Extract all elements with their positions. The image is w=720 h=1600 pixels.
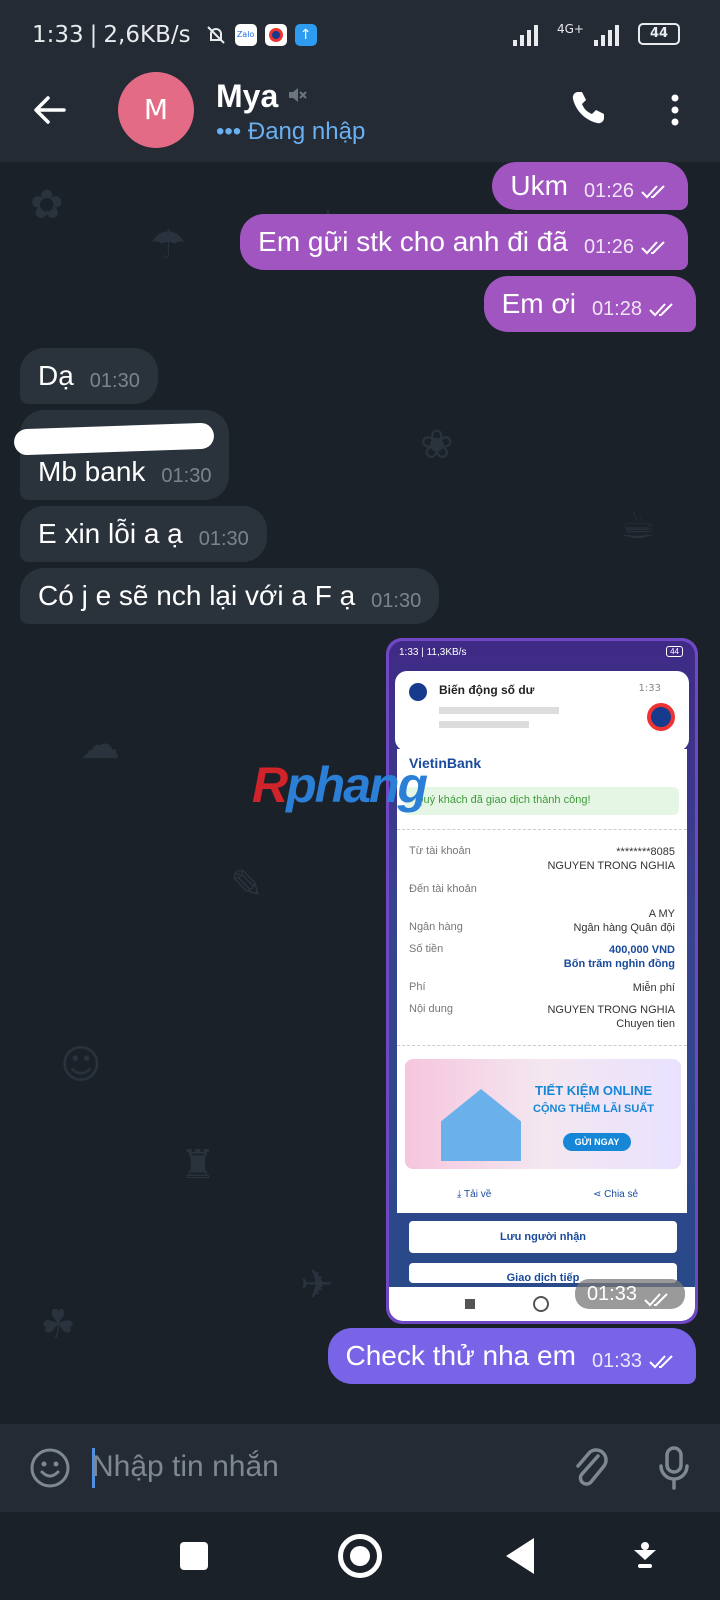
message-time: 01:26 bbox=[583, 235, 634, 258]
redaction-scribble bbox=[13, 422, 215, 456]
promo-banner: TIẾT KIỆM ONLINE CỘNG THÊM LÃI SUẤT GỬI … bbox=[405, 1059, 681, 1169]
screenshot-battery: 44 bbox=[666, 646, 683, 657]
doodle-icon: ☂ bbox=[150, 222, 186, 268]
message-text: Em ơi bbox=[501, 288, 576, 319]
read-ticks-icon bbox=[649, 1355, 673, 1369]
receipt-row: Nội dung NGUYEN TRONG NGHIA Chuyen tien bbox=[409, 1003, 675, 1030]
message-incoming[interactable]: E xin lỗi a ạ 01:30 bbox=[20, 506, 267, 562]
receipt-row: Ngân hàng Ngân hàng Quân đội bbox=[409, 921, 675, 934]
message-time: 01:30 bbox=[161, 465, 212, 487]
phone-call-icon[interactable] bbox=[568, 88, 608, 128]
read-ticks-icon bbox=[649, 303, 673, 317]
doodle-icon: ✿ bbox=[30, 182, 64, 228]
receipt-actions: ⤓ Tải về ⋖ Chia sẻ bbox=[397, 1177, 687, 1213]
network-type: 4G+ bbox=[557, 22, 584, 36]
attachment-icon[interactable] bbox=[568, 1444, 612, 1492]
doodle-icon: ♜ bbox=[180, 1142, 216, 1188]
message-input[interactable]: Nhập tin nhắn bbox=[92, 1450, 279, 1484]
savings-house-icon bbox=[441, 1089, 521, 1161]
battery-icon: 44 bbox=[638, 23, 680, 45]
read-ticks-icon bbox=[641, 185, 665, 199]
message-outgoing[interactable]: Ukm 01:26 bbox=[492, 162, 688, 210]
home-button[interactable] bbox=[338, 1534, 382, 1578]
message-text: Em gữi stk cho anh đi đã bbox=[258, 226, 568, 257]
message-time: 01:33 bbox=[591, 1349, 642, 1372]
chat-header: M Mya ••• Đang nhập bbox=[0, 70, 720, 162]
bank-icon bbox=[264, 24, 287, 46]
contact-name[interactable]: Mya bbox=[216, 78, 278, 115]
message-incoming[interactable]: Có j e sẽ nch lại với a F ạ 01:30 bbox=[20, 568, 440, 624]
system-nav-bar bbox=[0, 1512, 720, 1600]
message-outgoing[interactable]: Em gữi stk cho anh đi đã 01:26 bbox=[240, 214, 688, 270]
silent-icon bbox=[206, 26, 225, 44]
upload-icon: ↑ bbox=[294, 24, 317, 46]
emoji-icon[interactable] bbox=[28, 1446, 72, 1490]
doodle-icon: ☁ bbox=[80, 722, 120, 768]
status-notification-icons: Zalo ↑ bbox=[205, 24, 317, 46]
watermark: Rphang bbox=[252, 757, 428, 813]
doodle-icon: ✈ bbox=[300, 1262, 334, 1308]
message-incoming[interactable]: Dạ 01:30 bbox=[20, 348, 158, 404]
signal-icon bbox=[513, 25, 538, 46]
screenshot-status-bar: 1:33 | 11,3KB/s 44 bbox=[389, 641, 695, 665]
zalo-icon: Zalo bbox=[234, 24, 257, 46]
status-right: 4G+ 44 bbox=[513, 22, 680, 46]
message-text: Mb bank bbox=[38, 456, 146, 487]
microphone-icon[interactable] bbox=[656, 1444, 692, 1492]
message-text: Có j e sẽ nch lại với a F ạ bbox=[38, 580, 356, 611]
avatar[interactable]: M bbox=[118, 72, 194, 148]
signal-icon-2 bbox=[594, 25, 619, 46]
more-options-icon[interactable] bbox=[660, 90, 690, 130]
message-text: Check thử nha em bbox=[345, 1340, 576, 1371]
share-label: ⋖ Chia sẻ bbox=[593, 1189, 639, 1200]
message-time: 01:26 bbox=[583, 179, 634, 202]
doodle-icon: ☕ bbox=[620, 502, 656, 548]
success-message: Quý khách đã giao dịch thành công! bbox=[405, 787, 679, 815]
presence-status: ••• Đang nhập bbox=[216, 118, 366, 145]
receipt-row: Từ tài khoản ********8085 NGUYEN TRONG NG… bbox=[409, 845, 675, 872]
read-ticks-icon bbox=[641, 241, 665, 255]
message-text: Dạ bbox=[38, 360, 74, 391]
doodle-icon: ✎ bbox=[230, 862, 264, 908]
bank-logo-icon bbox=[647, 703, 675, 731]
status-left: 1:33 | 2,6KB/s Zalo ↑ bbox=[32, 22, 317, 48]
message-text: E xin lỗi a ạ bbox=[38, 518, 183, 549]
doodle-icon: ☘ bbox=[40, 1302, 76, 1348]
image-message[interactable]: 1:33 | 11,3KB/s 44 Biến động số dư 1:33 … bbox=[386, 638, 698, 1324]
back-button[interactable] bbox=[506, 1538, 534, 1574]
download-label: ⤓ Tải về bbox=[457, 1189, 492, 1200]
message-time: 01:30 bbox=[89, 369, 140, 392]
message-text: Ukm bbox=[510, 170, 568, 201]
chat-messages[interactable]: ✿ ☂ ♕ ❀ ☕ ☁ ✎ ☺ ♜ ✈ ☘ ★ Ukm 01:26 Em gữi… bbox=[0, 162, 720, 1424]
message-time: 01:28 bbox=[591, 297, 642, 320]
screenshot-preview: 1:33 | 11,3KB/s 44 Biến động số dư 1:33 … bbox=[389, 641, 695, 1321]
image-time: 01:33 bbox=[574, 1279, 685, 1309]
muted-icon bbox=[289, 88, 307, 102]
blurred-text bbox=[439, 707, 559, 728]
hide-keyboard-icon[interactable] bbox=[630, 1540, 660, 1572]
receipt-row: Phí Miễn phí bbox=[409, 981, 675, 994]
message-time: 01:30 bbox=[198, 527, 249, 550]
message-outgoing[interactable]: Em ơi 01:28 bbox=[483, 276, 696, 332]
receipt-row: Đến tài khoản A MY bbox=[409, 883, 675, 920]
save-recipient-button: Lưu người nhận bbox=[409, 1221, 677, 1253]
back-arrow-icon[interactable] bbox=[30, 90, 70, 130]
receipt-row: Số tiền 400,000 VND Bốn trăm nghìn đồng bbox=[409, 943, 675, 970]
status-speed: 2,6KB/s bbox=[103, 22, 191, 48]
recents-button[interactable] bbox=[180, 1542, 208, 1570]
message-time: 01:30 bbox=[371, 589, 422, 612]
message-outgoing[interactable]: Check thử nha em 01:33 bbox=[327, 1328, 696, 1384]
doodle-icon: ☺ bbox=[60, 1042, 102, 1088]
read-ticks-icon bbox=[644, 1293, 668, 1307]
message-incoming[interactable]: Mb bank 01:30 bbox=[13, 410, 230, 500]
bank-logo-icon bbox=[409, 683, 427, 701]
status-time: 1:33 bbox=[32, 22, 84, 48]
promo-button: GỬI NGAY bbox=[563, 1133, 631, 1151]
balance-notification: Biến động số dư 1:33 bbox=[395, 671, 689, 751]
status-bar: 1:33 | 2,6KB/s Zalo ↑ 4G+ 44 bbox=[0, 0, 720, 70]
doodle-icon: ❀ bbox=[420, 422, 454, 468]
message-composer: Nhập tin nhắn bbox=[0, 1424, 720, 1512]
